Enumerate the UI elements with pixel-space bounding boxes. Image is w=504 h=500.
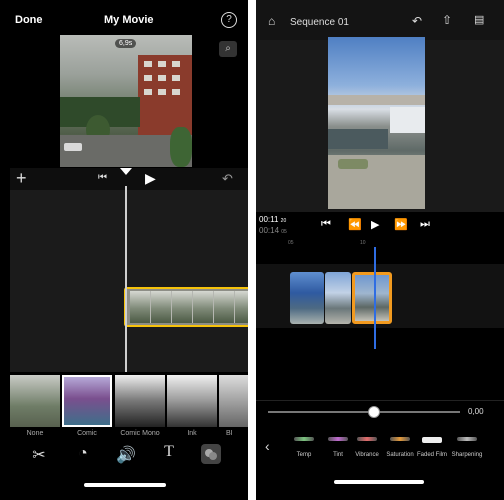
sharpening-icon[interactable] [457,437,477,441]
share-icon[interactable]: ⇧ [442,13,452,27]
adjustment-label: Vibrance [355,452,379,458]
playhead[interactable] [125,186,127,372]
filter-thumb-comic-mono[interactable] [115,375,165,427]
help-icon[interactable]: ? [221,12,237,28]
video-preview [328,37,425,209]
faded-film-icon[interactable] [422,437,442,443]
selected-clip[interactable] [352,272,392,324]
undo-icon[interactable]: ↶ [412,14,422,28]
home-indicator [334,480,424,484]
add-icon[interactable]: + [16,168,27,189]
temp-icon[interactable] [294,437,314,441]
adjust-value: 0,00 [468,407,484,416]
filter-thumb-bi[interactable] [219,375,248,427]
imovie-panel: Done My Movie ? 6,9s ⌕ + ⏮ ▶ ↶ None Comi… [0,0,248,500]
comment-icon[interactable]: ▤ [474,13,484,26]
home-indicator [84,483,166,487]
sequence-title: Sequence 01 [290,17,349,28]
step-forward-icon[interactable]: ⏩ [394,218,408,231]
adjustment-label: Sharpening [451,452,483,458]
text-icon[interactable]: T [158,443,180,461]
play-icon[interactable]: ▶ [145,170,156,187]
adjustment-label: Faded Film [416,452,447,458]
duration-badge: 6,9s [115,39,137,48]
adjust-slider-knob[interactable] [367,406,380,418]
playhead[interactable] [374,247,376,349]
divider [256,400,504,401]
done-button[interactable]: Done [15,14,43,26]
filter-thumb-none[interactable] [10,375,60,427]
rush-panel: ⌂ Sequence 01 ↶ ⇧ ▤ 00:11 20 00:14 05 ⏮ … [256,0,504,500]
saturation-icon[interactable] [390,437,410,441]
filter-label: Comic [77,430,97,437]
filter-thumb-ink[interactable] [167,375,217,427]
filter-label: None [26,430,44,437]
video-preview [60,35,192,167]
skip-start-icon[interactable]: ⏮ [321,218,331,231]
speedometer-icon[interactable]: ◔ [72,445,94,463]
undo-icon[interactable]: ↶ [222,171,233,187]
vibrance-icon[interactable] [357,437,377,441]
timeline-clip[interactable] [290,272,324,324]
filters-icon[interactable] [201,444,221,464]
adjust-slider-track[interactable] [268,411,460,413]
play-icon[interactable]: ▶ [371,218,379,231]
home-icon[interactable]: ⌂ [268,14,275,28]
magnifier-icon[interactable]: ⌕ [219,41,237,57]
back-icon[interactable]: ‹ [265,438,270,454]
filter-label: Ink [187,430,197,437]
filter-thumb-comic[interactable] [62,375,112,427]
skip-back-icon[interactable]: ⏮ [98,172,107,183]
filter-label: Comic Mono [120,430,160,437]
timeline-clip[interactable] [325,272,351,324]
ruler-mark: 05 [288,240,294,246]
current-timecode: 00:11 20 [259,215,287,224]
filter-label: BI [226,430,233,437]
skip-end-icon[interactable]: ⏭ [420,218,430,231]
tint-icon[interactable] [328,437,348,441]
timeline[interactable] [10,190,248,372]
volume-icon[interactable]: 🔊 [115,445,137,465]
adjustment-label: Temp [296,452,312,458]
scissors-icon[interactable]: ✂ [28,445,50,465]
video-clip[interactable] [124,287,248,327]
total-timecode: 00:14 05 [259,226,287,235]
playhead-marker [120,168,132,175]
step-back-icon[interactable]: ⏪ [348,218,362,231]
page-title: My Movie [104,14,154,26]
ruler-mark: 10 [360,240,366,246]
adjustment-label: Saturation [386,452,414,458]
